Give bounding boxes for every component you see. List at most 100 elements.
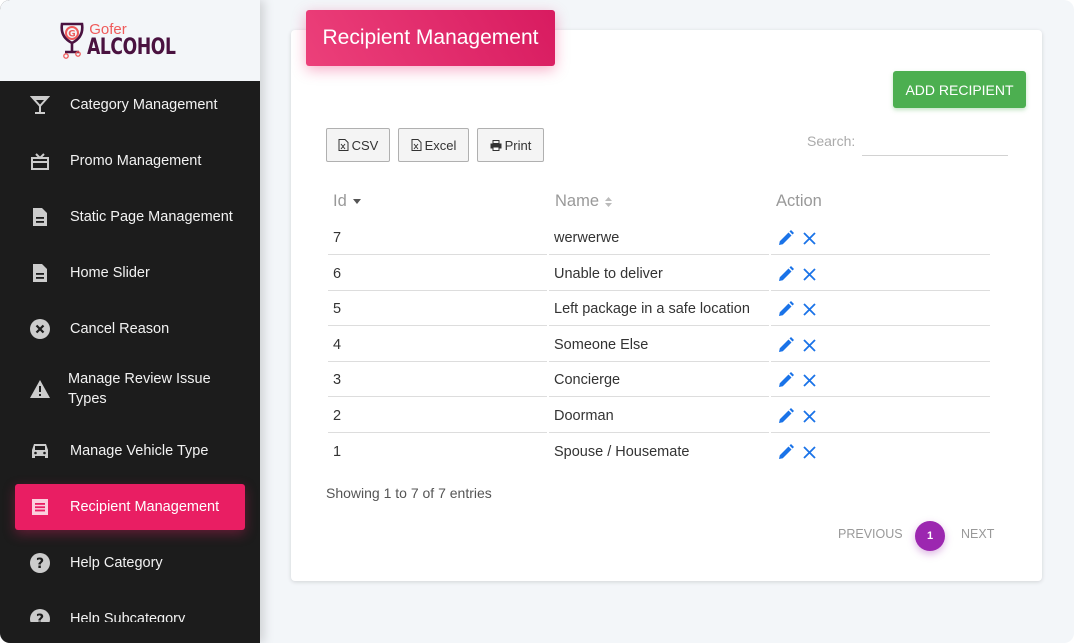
sidebar-item-label: Help Category [70,555,163,571]
column-header-label: Id [333,192,347,210]
sidebar-item-home-slider[interactable]: Home Slider [15,250,245,296]
search-input[interactable] [862,130,1008,156]
add-recipient-button[interactable]: ADD RECIPIENT [893,71,1026,108]
sidebar-item-help-category[interactable]: ? Help Category [15,540,245,586]
document-icon [28,205,52,229]
export-excel-button[interactable]: Excel [398,128,469,162]
cell-id: 4 [333,336,342,353]
sidebar-item-label: Home Slider [70,265,150,281]
cancel-circle-icon [28,317,52,341]
column-header-action: Action [776,192,822,211]
row-divider [328,396,547,397]
table-row: 6 Unable to deliver [328,256,990,291]
row-divider [771,432,990,433]
cell-id: 5 [333,300,342,317]
row-divider [549,325,769,326]
edit-icon[interactable] [777,265,795,283]
warning-triangle-icon [28,377,52,401]
export-csv-button[interactable]: CSV [326,128,390,162]
gift-icon [28,149,52,173]
table-row: 5 Left package in a safe location [328,291,990,326]
column-header-id[interactable]: Id [333,192,361,211]
cell-name: Concierge [554,371,621,388]
delete-icon[interactable] [800,371,818,389]
table-row: 1 Spouse / Housemate [328,434,990,469]
row-divider [549,254,769,255]
cell-name: Spouse / Housemate [554,443,690,460]
row-divider [549,396,769,397]
edit-icon[interactable] [777,300,795,318]
edit-icon[interactable] [777,443,795,461]
row-divider [328,432,547,433]
pagination-page-1[interactable]: 1 [915,521,945,551]
edit-icon[interactable] [777,407,795,425]
cocktail-glass-icon [28,93,52,117]
cell-name: Doorman [554,407,614,424]
delete-icon[interactable] [800,300,818,318]
pagination-previous[interactable]: PREVIOUS [838,527,903,541]
cell-id: 7 [333,229,342,246]
help-circle-icon: ? [28,551,52,575]
row-divider [328,254,547,255]
receipt-icon [28,495,52,519]
logo-area: G Gofer ALCOHOL [0,0,260,81]
sidebar-item-label: Manage Review Issue Types [68,371,211,407]
cell-name: Left package in a safe location [554,300,750,317]
sidebar-item-category-management[interactable]: Category Management [15,82,245,128]
table-row: 7 werwerwe [328,220,990,255]
help-circle-icon: ? [28,607,52,622]
car-icon [28,439,52,463]
brand-logo[interactable]: G Gofer ALCOHOL [59,21,201,61]
table-row: 2 Doorman [328,398,990,433]
delete-icon[interactable] [800,229,818,247]
cell-name: werwerwe [554,229,620,246]
sort-both-icon [605,196,613,207]
cell-id: 2 [333,407,342,424]
svg-text:?: ? [36,556,44,572]
sidebar-item-label: Manage Vehicle Type [70,443,209,459]
cell-id: 1 [333,443,342,460]
sidebar-item-help-subcategory[interactable]: ? Help Subcategory [15,596,245,622]
svg-text:?: ? [36,612,44,622]
column-header-label: Action [776,192,822,210]
sidebar-item-label: Recipient Management [70,499,220,515]
delete-icon[interactable] [800,407,818,425]
row-divider [771,396,990,397]
column-header-name[interactable]: Name [555,192,613,211]
file-excel-icon [411,139,422,151]
column-header-label: Name [555,192,600,210]
row-divider [328,325,547,326]
edit-icon[interactable] [777,336,795,354]
search-label: Search: [807,133,856,149]
sidebar-item-manage-review-issue-types[interactable]: Manage Review Issue Types [15,364,245,414]
cell-id: 3 [333,371,342,388]
sidebar-item-label: Static Page Management [70,209,233,225]
edit-icon[interactable] [777,371,795,389]
table-row: 3 Concierge [328,362,990,397]
sidebar-item-label: Promo Management [70,153,202,169]
sidebar-item-manage-vehicle-type[interactable]: Manage Vehicle Type [15,428,245,474]
printer-icon [490,139,502,151]
print-label: Print [504,137,532,153]
sidebar-item-recipient-management[interactable]: Recipient Management [15,484,245,530]
sidebar-item-promo-management[interactable]: Promo Management [15,138,245,184]
row-divider [771,325,990,326]
delete-icon[interactable] [800,443,818,461]
pagination-next[interactable]: NEXT [961,527,994,541]
export-excel-label: Excel [424,137,457,153]
sidebar-item-label: Cancel Reason [70,321,170,337]
document-icon [28,261,52,285]
row-divider [771,254,990,255]
sidebar-nav: Category Management Promo Management Sta… [0,81,260,622]
delete-icon[interactable] [800,265,818,283]
export-csv-label: CSV [351,137,379,153]
row-divider [549,432,769,433]
print-button[interactable]: Print [477,128,544,162]
edit-icon[interactable] [777,229,795,247]
sidebar-item-cancel-reason[interactable]: Cancel Reason [15,306,245,352]
svg-text:G: G [69,29,76,39]
sort-desc-icon [352,199,361,204]
delete-icon[interactable] [800,336,818,354]
sidebar: G Gofer ALCOHOL Category Management Prom… [0,0,260,643]
sidebar-item-static-page-management[interactable]: Static Page Management [15,194,245,240]
